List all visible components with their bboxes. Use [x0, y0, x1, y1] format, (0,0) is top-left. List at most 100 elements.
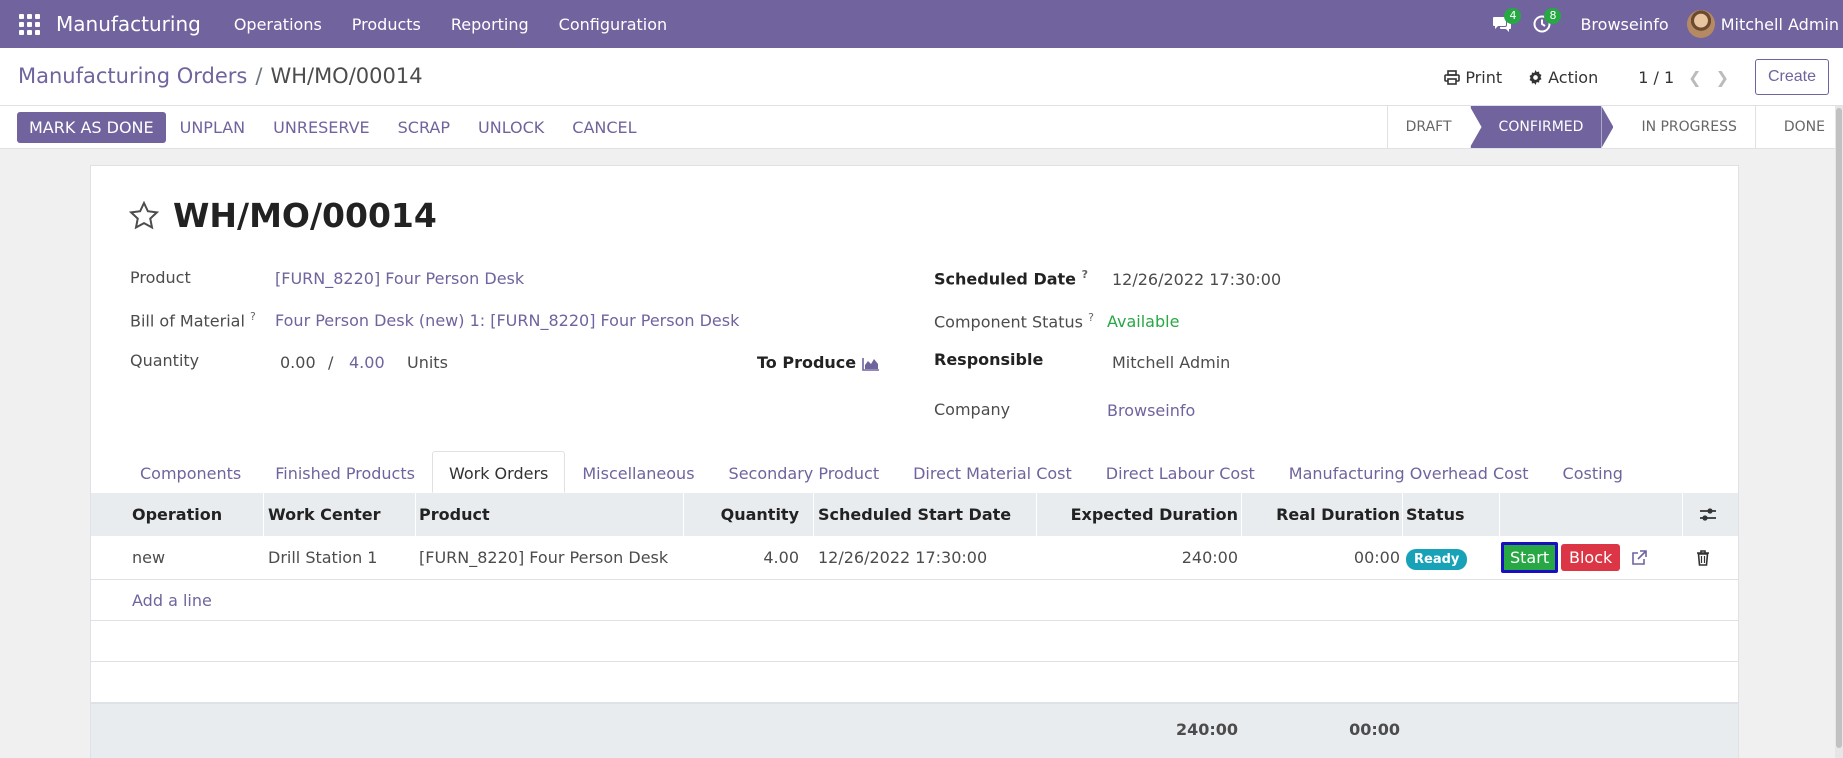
table-footer-totals: 240:00 00:00: [91, 703, 1738, 758]
breadcrumb: Manufacturing Orders / WH/MO/00014: [18, 64, 423, 88]
tab-miscellaneous[interactable]: Miscellaneous: [565, 451, 711, 493]
company-field[interactable]: Browseinfo: [1107, 401, 1195, 420]
mark-as-done-button[interactable]: MARK AS DONE: [17, 112, 166, 143]
form-sheet: WH/MO/00014 Product [FURN_8220] Four Per…: [90, 165, 1739, 758]
help-mark[interactable]: ?: [1088, 311, 1094, 324]
work-orders-table: Operation Work Center Product Quantity S…: [91, 493, 1738, 758]
row-scheduled-start: 12/26/2022 17:30:00: [818, 548, 988, 567]
stage-pipeline: DRAFT CONFIRMED IN PROGRESS DONE: [1386, 106, 1843, 148]
action-label: Action: [1548, 67, 1599, 87]
open-external-icon[interactable]: [1631, 549, 1647, 566]
tab-components[interactable]: Components: [123, 451, 258, 493]
tab-secondary-product[interactable]: Secondary Product: [712, 451, 897, 493]
help-mark[interactable]: ?: [1082, 268, 1088, 281]
breadcrumb-current: WH/MO/00014: [270, 64, 423, 88]
status-bar: MARK AS DONE UNPLAN UNRESERVE SCRAP UNLO…: [0, 106, 1843, 149]
total-expected-duration: 240:00: [1175, 720, 1238, 739]
forecast-chart-icon[interactable]: [862, 357, 880, 371]
user-menu[interactable]: Mitchell Admin: [1686, 10, 1839, 38]
status-badge: Ready: [1406, 549, 1468, 570]
to-produce-label: To Produce: [757, 353, 857, 372]
quantity-produced-field[interactable]: 0.00: [280, 353, 316, 372]
responsible-field[interactable]: Mitchell Admin: [1112, 353, 1230, 372]
activities-button[interactable]: 8: [1522, 0, 1562, 48]
column-status[interactable]: Status: [1406, 505, 1465, 524]
unlock-button[interactable]: UNLOCK: [464, 112, 558, 143]
tab-finished-products[interactable]: Finished Products: [258, 451, 432, 493]
menu-configuration[interactable]: Configuration: [544, 15, 683, 34]
total-real-duration: 00:00: [1349, 720, 1400, 739]
stage-done[interactable]: DONE: [1754, 106, 1843, 148]
optional-columns-icon[interactable]: [1699, 507, 1717, 523]
tab-costing[interactable]: Costing: [1546, 451, 1640, 493]
control-panel: Manufacturing Orders / WH/MO/00014 Print…: [0, 48, 1843, 106]
row-real-duration: 00:00: [1353, 548, 1400, 567]
column-product[interactable]: Product: [419, 505, 490, 524]
app-switcher-icon[interactable]: [18, 13, 40, 35]
print-button[interactable]: Print: [1444, 68, 1502, 87]
activities-count-badge: 8: [1544, 8, 1562, 24]
product-label: Product: [130, 268, 191, 287]
breadcrumb-separator: /: [255, 64, 263, 88]
empty-row: [91, 662, 1738, 703]
app-name[interactable]: Manufacturing: [56, 12, 201, 36]
add-a-line-link[interactable]: Add a line: [132, 591, 212, 610]
menu-operations[interactable]: Operations: [219, 15, 337, 34]
top-navbar: Manufacturing Operations Products Report…: [0, 0, 1843, 48]
component-status-value: Available: [1107, 312, 1180, 331]
empty-row: [91, 621, 1738, 662]
column-operation[interactable]: Operation: [132, 505, 222, 524]
pager-next-icon[interactable]: ❯: [1716, 68, 1729, 87]
page-scrollbar[interactable]: [1835, 106, 1843, 758]
scheduled-date-label: Scheduled Date ?: [934, 268, 1088, 289]
stage-confirmed[interactable]: CONFIRMED: [1469, 106, 1602, 148]
column-expected-duration[interactable]: Expected Duration: [1071, 505, 1238, 524]
company-switcher[interactable]: Browseinfo: [1580, 15, 1668, 34]
column-scheduled-start[interactable]: Scheduled Start Date: [818, 505, 1011, 524]
avatar: [1686, 10, 1715, 38]
messages-count-badge: 4: [1504, 8, 1522, 24]
unplan-button[interactable]: UNPLAN: [166, 112, 260, 143]
scrap-button[interactable]: SCRAP: [384, 112, 464, 143]
tab-work-orders[interactable]: Work Orders: [431, 451, 566, 493]
block-button[interactable]: Block: [1561, 544, 1621, 571]
tab-manufacturing-overhead-cost[interactable]: Manufacturing Overhead Cost: [1272, 451, 1546, 493]
notebook-tabs: Components Finished Products Work Orders…: [123, 451, 1640, 493]
column-real-duration[interactable]: Real Duration: [1276, 505, 1400, 524]
product-field[interactable]: [FURN_8220] Four Person Desk: [275, 269, 524, 288]
trash-icon[interactable]: [1696, 549, 1710, 566]
pager-value[interactable]: 1 / 1: [1638, 68, 1674, 87]
stage-in-progress[interactable]: IN PROGRESS: [1613, 106, 1754, 148]
unreserve-button[interactable]: UNRESERVE: [259, 112, 383, 143]
user-name: Mitchell Admin: [1720, 14, 1839, 34]
column-quantity[interactable]: Quantity: [721, 505, 799, 524]
tab-direct-material-cost[interactable]: Direct Material Cost: [896, 451, 1089, 493]
pager-previous-icon[interactable]: ❮: [1688, 68, 1701, 87]
table-header: Operation Work Center Product Quantity S…: [91, 493, 1738, 536]
quantity-total-field[interactable]: 4.00: [349, 353, 385, 372]
messages-button[interactable]: 4: [1482, 0, 1522, 48]
menu-reporting[interactable]: Reporting: [436, 15, 544, 34]
breadcrumb-manufacturing-orders[interactable]: Manufacturing Orders: [18, 64, 247, 88]
start-button[interactable]: Start: [1501, 542, 1559, 573]
record-title: WH/MO/00014: [173, 196, 437, 235]
action-button[interactable]: Action: [1528, 68, 1598, 87]
company-label: Company: [934, 400, 1011, 419]
bom-field[interactable]: Four Person Desk (new) 1: [FURN_8220] Fo…: [275, 311, 739, 330]
create-button[interactable]: Create: [1754, 59, 1829, 95]
column-work-center[interactable]: Work Center: [268, 505, 381, 524]
print-label: Print: [1465, 67, 1503, 87]
bom-label: Bill of Material ?: [130, 310, 256, 331]
star-icon[interactable]: [129, 201, 159, 230]
table-row[interactable]: new Drill Station 1 [FURN_8220] Four Per…: [91, 536, 1738, 580]
stage-draft[interactable]: DRAFT: [1386, 106, 1470, 148]
component-status-label: Component Status ?: [934, 311, 1094, 332]
cancel-button[interactable]: CANCEL: [558, 112, 650, 143]
tab-direct-labour-cost[interactable]: Direct Labour Cost: [1089, 451, 1272, 493]
help-mark[interactable]: ?: [250, 310, 256, 323]
scheduled-date-field[interactable]: 12/26/2022 17:30:00: [1112, 270, 1281, 289]
row-product: [FURN_8220] Four Person Desk: [419, 548, 669, 567]
menu-products[interactable]: Products: [337, 15, 436, 34]
responsible-label: Responsible: [934, 350, 1044, 369]
scrollbar-thumb[interactable]: [1836, 108, 1842, 748]
